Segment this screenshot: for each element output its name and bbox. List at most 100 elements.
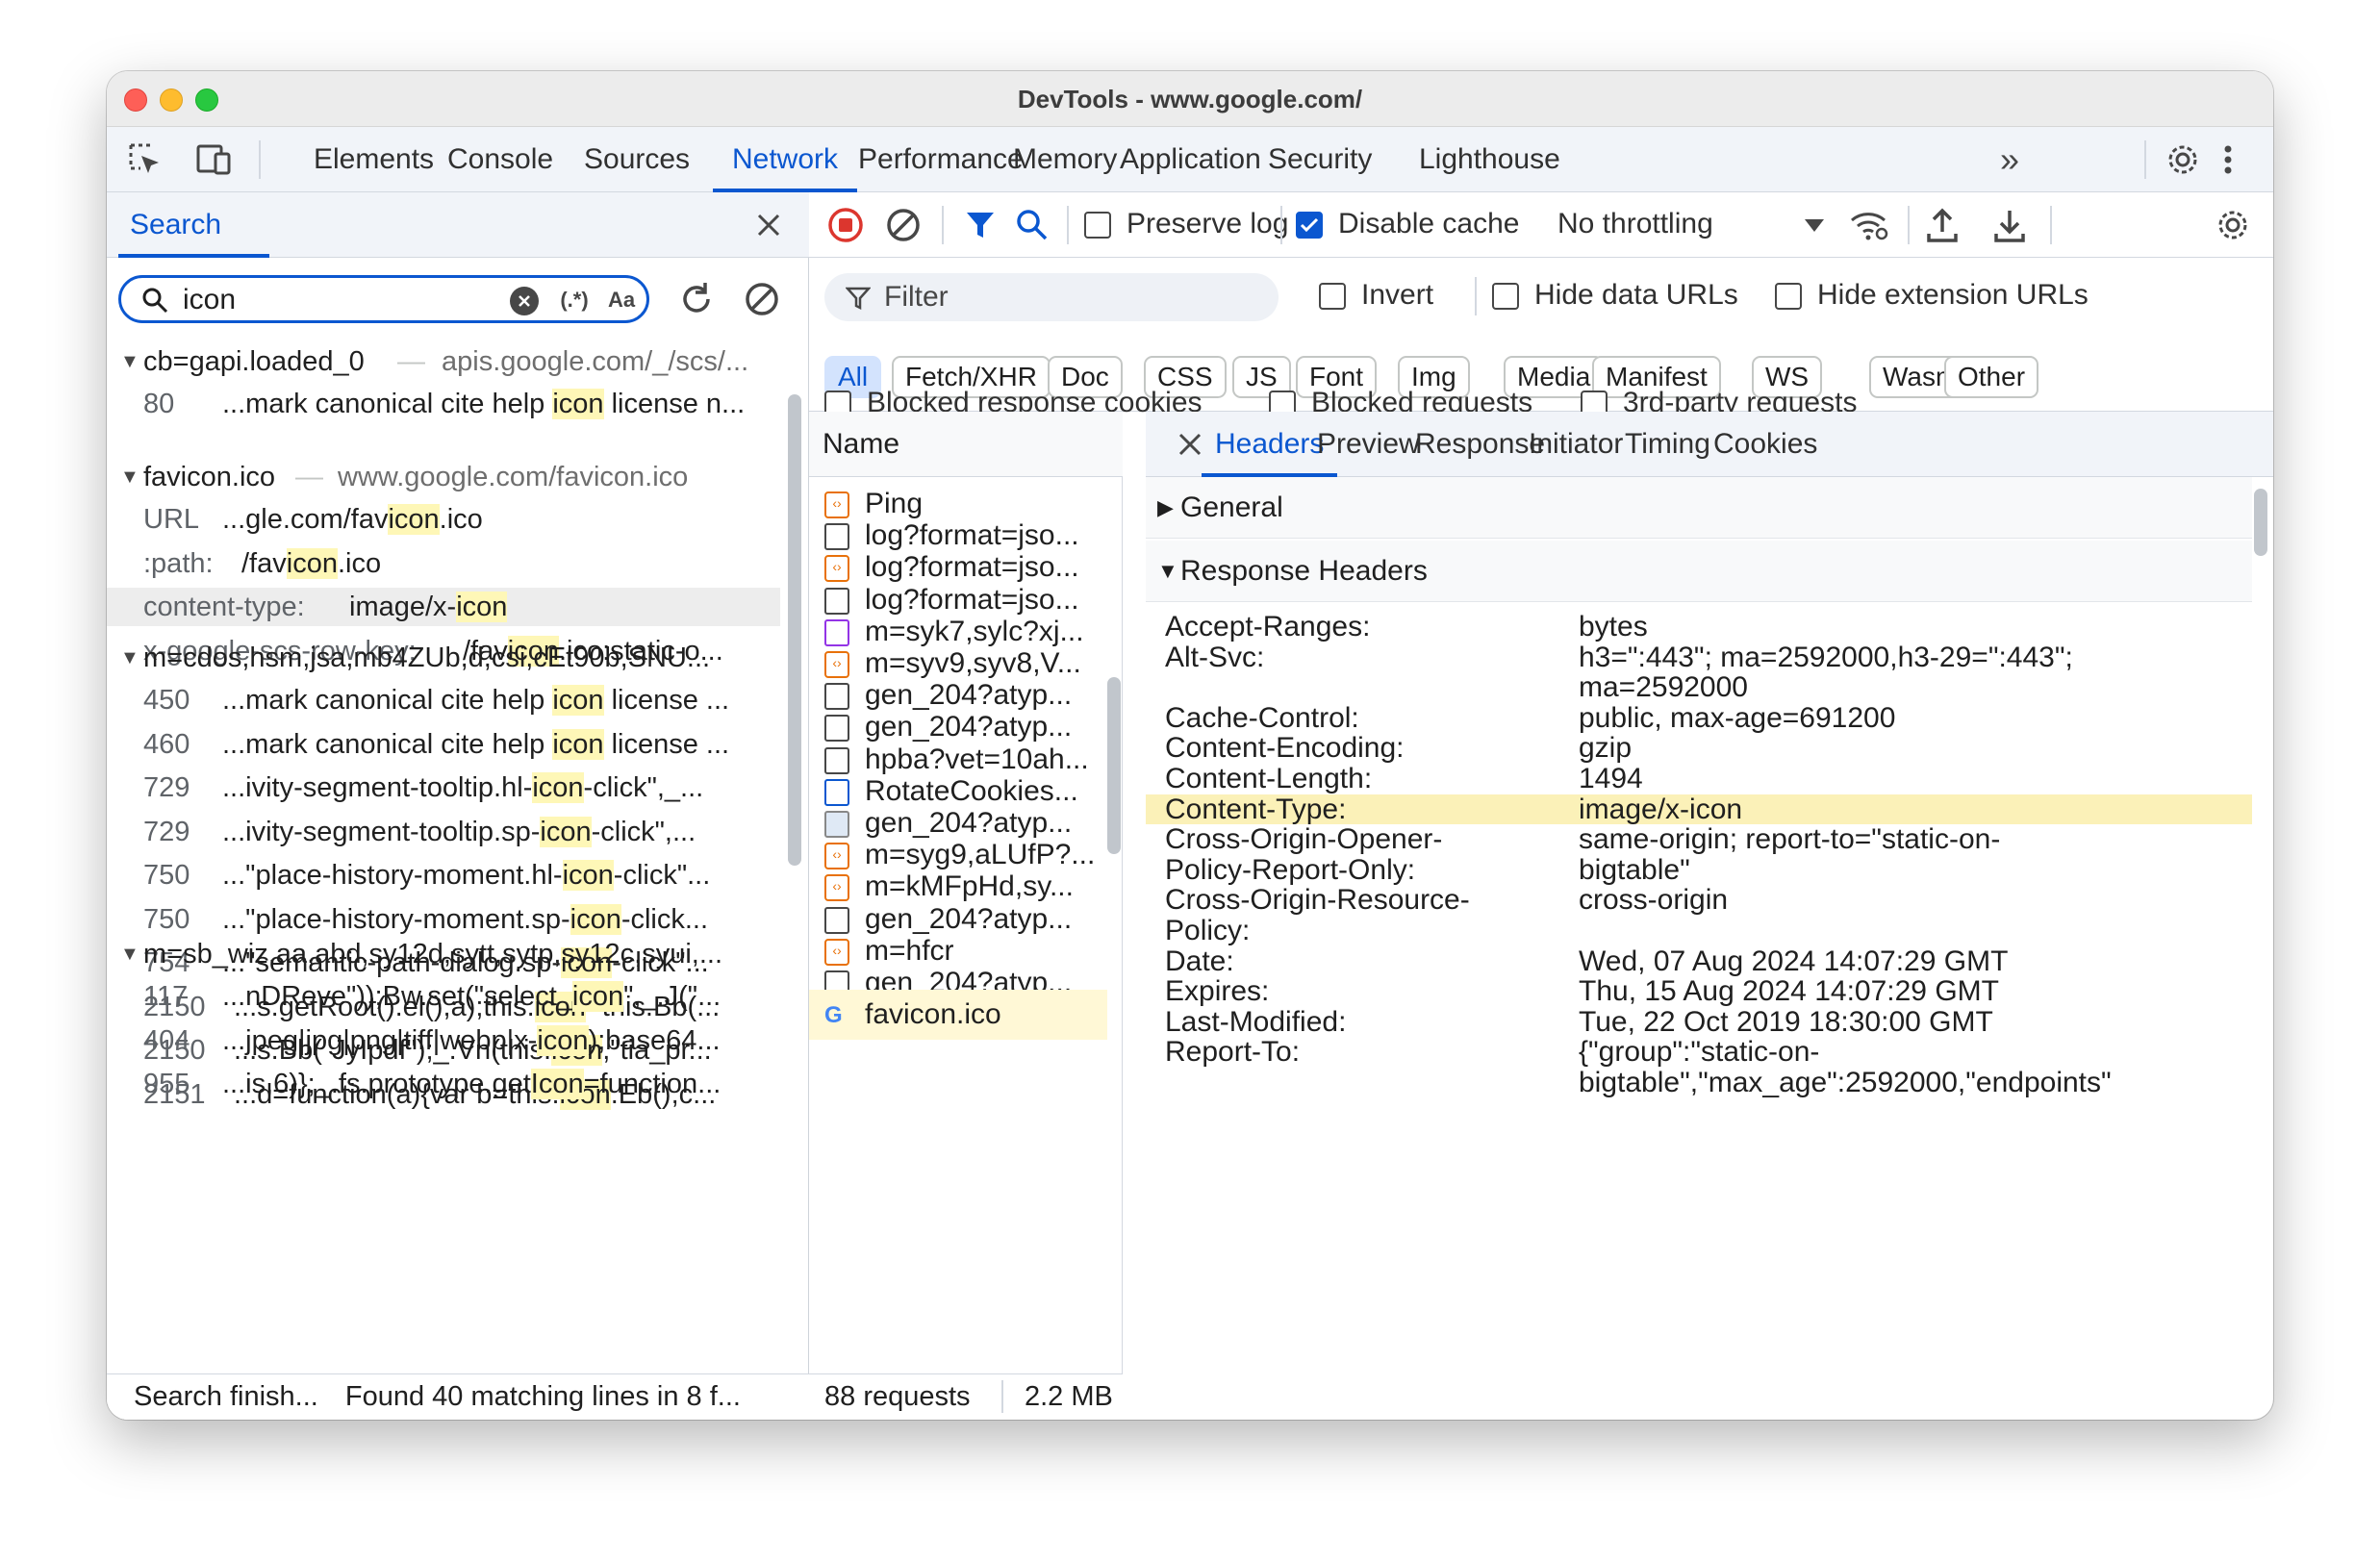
clear-search-results-icon[interactable] <box>740 277 784 321</box>
result-line[interactable]: 80 ...mark canonical cite help icon licen… <box>107 385 780 423</box>
tab-memory[interactable]: Memory <box>1013 127 1117 191</box>
result-line[interactable]: 460 ...mark canonical cite help icon lice… <box>107 725 780 764</box>
hide-extension-urls-checkbox[interactable] <box>1775 283 1802 310</box>
line-number: 460 <box>143 728 190 760</box>
response-header-row[interactable]: Report-To: {"group":"static-on-bigtable",… <box>1146 1037 2252 1097</box>
result-line[interactable]: 117 ...nDReve"));Bw.set("select_icon",_.J… <box>107 977 780 1016</box>
header-name-line: Content-Type: <box>1165 793 1347 825</box>
search-input[interactable]: icon (.*) Aa <box>118 275 649 323</box>
results-scrollbar[interactable] <box>788 394 801 866</box>
tab-network[interactable]: Network <box>712 127 858 192</box>
match-highlight: icon <box>537 1024 589 1056</box>
invert-checkbox[interactable] <box>1319 283 1346 310</box>
network-settings-gear-icon[interactable] <box>2212 204 2254 246</box>
text-before-match: ...jpeg|jpg|png|tiff|webp|x- <box>222 1024 538 1056</box>
device-toolbar-icon[interactable] <box>193 140 236 179</box>
header-value: Tue, 22 Oct 2019 18:30:00 GMT <box>1579 1007 2242 1038</box>
match-case-toggle[interactable]: Aa <box>602 284 641 316</box>
details-tab-preview[interactable]: Preview <box>1317 412 1420 476</box>
tab-console[interactable]: Console <box>447 127 553 191</box>
search-tab[interactable]: Search <box>117 192 270 258</box>
result-line[interactable]: 404 ...jpeg|jpg|png|tiff|webp|x-icon);bas… <box>107 1021 780 1060</box>
clear-log-icon[interactable] <box>884 206 923 244</box>
tab-sources[interactable]: Sources <box>584 127 690 191</box>
text-before-match: ...nDReve"));Bw.set("select_ <box>222 981 572 1012</box>
text-after-match: );base64... <box>588 1024 721 1056</box>
tab-application[interactable]: Application <box>1120 127 1261 191</box>
result-line[interactable]: 955 ...is,6)};_.fs.prototype.getIcon=func… <box>107 1065 780 1103</box>
header-value-line: ma=2592000 <box>1579 671 1748 704</box>
disable-cache-checkbox[interactable] <box>1296 212 1323 239</box>
throttling-select[interactable]: No throttling <box>1557 208 1713 240</box>
more-tabs-chevron-icon[interactable]: » <box>1988 139 2031 181</box>
name-column-header[interactable]: Name <box>809 412 1123 477</box>
refresh-search-icon[interactable] <box>674 277 719 321</box>
request-row[interactable]: Gfavicon.ico <box>809 990 1107 1041</box>
request-list-scrollbar[interactable] <box>1107 677 1121 854</box>
details-tab-headers[interactable]: Headers <box>1201 412 1338 477</box>
result-line[interactable]: content-type: image/x-icon <box>107 588 780 626</box>
search-summary: Found 40 matching lines in 8 f... <box>344 1381 741 1412</box>
response-header-row[interactable]: Content-Type: image/x-icon <box>1146 794 2252 825</box>
result-line[interactable]: :path: /favicon.ico <box>107 544 780 583</box>
response-header-row[interactable]: Cross-Origin-Opener- Policy-Report-Only: s… <box>1146 824 2252 885</box>
header-value: same-origin; report-to="static-on-bigtab… <box>1579 824 2242 885</box>
preserve-log-checkbox[interactable] <box>1084 212 1111 239</box>
result-group-header[interactable]: ▼ favicon.ico — www.google.com/favicon.ico <box>107 458 780 496</box>
result-line[interactable]: 729 ...ivity-segment-tooltip.hl-icon-clic… <box>107 768 780 807</box>
clear-search-icon[interactable] <box>510 287 539 315</box>
search-network-icon[interactable] <box>1013 206 1051 244</box>
tab-security[interactable]: Security <box>1268 127 1372 191</box>
header-name-line: Cross-Origin-Resource- <box>1165 884 1470 917</box>
details-scrollbar[interactable] <box>2254 489 2267 556</box>
result-line[interactable]: 750 ..."place-history-moment.hl-icon-clic… <box>107 856 780 894</box>
general-section-header[interactable]: ▶ General <box>1146 477 2252 539</box>
tab-elements[interactable]: Elements <box>314 127 434 191</box>
collapse-triangle-icon: ▼ <box>120 351 139 372</box>
details-tab-timing[interactable]: Timing <box>1625 412 1710 476</box>
result-file-name: m=sb_wiz,aa,abd,sy12d,sytt,sytp,sy12c,sy… <box>143 939 723 970</box>
details-tab-response[interactable]: Response <box>1415 412 1545 476</box>
response-header-row[interactable]: Content-Encoding: gzip <box>1146 733 2252 764</box>
filter-input[interactable]: Filter <box>824 273 1279 321</box>
network-conditions-wifi-icon[interactable] <box>1848 206 1890 244</box>
import-har-upload-icon[interactable] <box>1923 204 1962 246</box>
match-highlight: icon <box>552 685 604 716</box>
result-line[interactable]: 450 ...mark canonical cite help icon lice… <box>107 681 780 719</box>
response-header-row[interactable]: Content-Length: 1494 <box>1146 764 2252 794</box>
export-har-download-icon[interactable] <box>1990 204 2029 246</box>
settings-gear-icon[interactable] <box>2162 139 2204 181</box>
close-details-icon[interactable] <box>1171 425 1209 464</box>
result-line[interactable]: 729 ...ivity-segment-tooltip.sp-icon-clic… <box>107 813 780 851</box>
result-group-header[interactable]: ▼ m=sb_wiz,aa,abd,sy12d,sytt,sytp,sy12c,s… <box>107 935 780 973</box>
response-headers-section-header[interactable]: ▼ Response Headers <box>1146 541 2252 602</box>
details-tab-cookies[interactable]: Cookies <box>1713 412 1817 476</box>
result-line[interactable]: 750 ..."place-history-moment.sp-icon-clic… <box>107 900 780 939</box>
filter-placeholder: Filter <box>884 281 949 313</box>
response-header-row[interactable]: Cache-Control: public, max-age=691200 <box>1146 703 2252 734</box>
header-name-line: Accept-Ranges: <box>1165 611 1371 642</box>
regex-toggle[interactable]: (.*) <box>548 284 600 316</box>
response-header-row[interactable]: Expires: Thu, 15 Aug 2024 14:07:29 GMT <box>1146 976 2252 1007</box>
result-line[interactable]: URL ...gle.com/favicon.ico <box>107 500 780 539</box>
tab-performance[interactable]: Performance <box>858 127 1024 191</box>
result-group-header[interactable]: ▼ cb=gapi.loaded_0 — apis.google.com/_/scs/… <box>107 342 780 381</box>
type-filter-other[interactable]: Other <box>1944 356 2039 398</box>
filter-funnel-icon[interactable] <box>961 206 1000 244</box>
response-header-row[interactable]: Cross-Origin-Resource- Policy: cross-origi… <box>1146 885 2252 945</box>
throttling-dropdown-icon[interactable] <box>1800 212 1829 240</box>
response-header-row[interactable]: Date: Wed, 07 Aug 2024 14:07:29 GMT <box>1146 945 2252 977</box>
result-group-header[interactable]: ▼ m=cdos,hsm,jsa,mb4ZUb,d,csi,cEt90b,SNU.… <box>107 639 780 677</box>
search-query-text: icon <box>183 284 237 315</box>
more-options-kebab-icon[interactable] <box>2214 139 2242 181</box>
inspect-element-icon[interactable] <box>126 140 165 179</box>
close-search-icon[interactable] <box>749 206 788 244</box>
response-header-row[interactable]: Alt-Svc: h3=":443"; ma=2592000,h3-29=":44… <box>1146 642 2252 703</box>
response-header-row[interactable]: Accept-Ranges: bytes <box>1146 612 2252 642</box>
hide-data-urls-checkbox[interactable] <box>1492 283 1519 310</box>
stop-recording-icon[interactable] <box>826 206 865 244</box>
details-tabbar: Headers Preview Response Initiator Timing Coo… <box>1146 412 2273 477</box>
details-tab-initiator[interactable]: Initiator <box>1529 412 1623 476</box>
tab-lighthouse[interactable]: Lighthouse <box>1419 127 1560 191</box>
response-header-row[interactable]: Last-Modified: Tue, 22 Oct 2019 18:30:00 … <box>1146 1007 2252 1038</box>
